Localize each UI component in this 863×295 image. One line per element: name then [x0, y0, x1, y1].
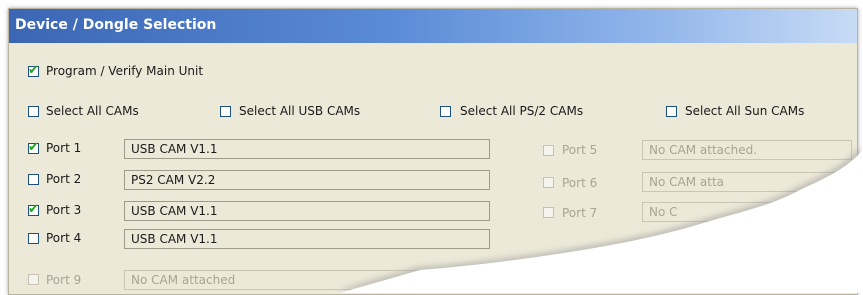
port-3-label: Port 3: [46, 203, 82, 217]
port-6-label: Port 6: [562, 176, 598, 190]
port-4-label: Port 4: [46, 231, 82, 245]
port-7-field[interactable]: No C: [642, 202, 852, 222]
main-unit-checkbox[interactable]: ✔: [28, 63, 39, 78]
select-all-usb-cams-checkbox[interactable]: [220, 106, 231, 117]
main-unit-label: Program / Verify Main Unit: [46, 64, 204, 78]
window-title: Device / Dongle Selection: [15, 17, 217, 33]
port-2-checkbox[interactable]: [28, 174, 39, 185]
port-9-field[interactable]: No CAM attached: [124, 270, 490, 290]
title-bar: Device / Dongle Selection: [9, 9, 857, 43]
port-7-checkbox[interactable]: [543, 207, 554, 218]
port-1-label: Port 1: [46, 141, 82, 155]
checkmark-icon: ✔: [28, 140, 39, 155]
checkmark-icon: ✔: [28, 63, 39, 78]
select-all-ps2-cams-label: Select All PS/2 CAMs: [460, 104, 584, 118]
port-7-label: Port 7: [562, 206, 598, 220]
select-all-sun-cams-label: Select All Sun CAMs: [685, 104, 805, 118]
port-4-field[interactable]: USB CAM V1.1: [124, 229, 490, 249]
select-all-sun-cams-checkbox[interactable]: [666, 106, 677, 117]
checkmark-icon: ✔: [28, 202, 39, 217]
port-3-checkbox[interactable]: ✔: [28, 202, 39, 217]
port-1-checkbox[interactable]: ✔: [28, 140, 39, 155]
port-5-field[interactable]: No CAM attached.: [642, 140, 852, 160]
port-6-checkbox[interactable]: [543, 177, 554, 188]
port-2-label: Port 2: [46, 172, 82, 186]
port-9-checkbox[interactable]: [28, 274, 39, 285]
select-all-cams-label: Select All CAMs: [46, 104, 139, 118]
port-5-checkbox[interactable]: [543, 145, 554, 156]
port-5-label: Port 5: [562, 143, 598, 157]
port-3-field[interactable]: USB CAM V1.1: [124, 201, 490, 221]
select-all-usb-cams-label: Select All USB CAMs: [239, 104, 361, 118]
select-all-ps2-cams-checkbox[interactable]: [440, 106, 451, 117]
select-all-cams-checkbox[interactable]: [28, 106, 39, 117]
port-6-field[interactable]: No CAM atta: [642, 172, 852, 192]
device-dongle-window: Device / Dongle Selection ✔ Program / Ve…: [8, 8, 858, 295]
port-2-field[interactable]: PS2 CAM V2.2: [124, 170, 490, 190]
port-9-label: Port 9: [46, 273, 82, 287]
port-4-checkbox[interactable]: [28, 233, 39, 244]
port-1-field[interactable]: USB CAM V1.1: [124, 139, 490, 159]
